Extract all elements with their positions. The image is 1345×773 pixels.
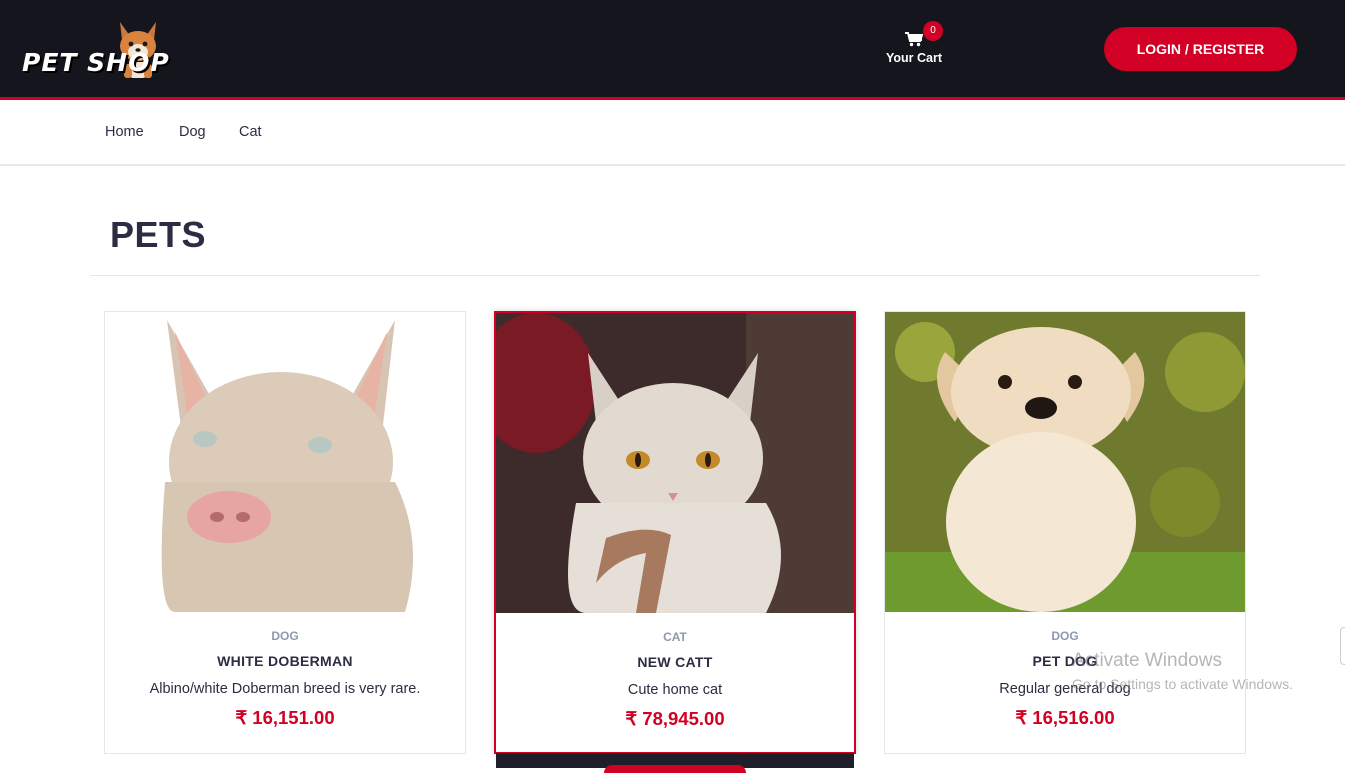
cart-label: Your Cart — [885, 51, 943, 65]
cart-count-badge: 0 — [923, 21, 943, 41]
nav-item-cat[interactable]: Cat — [239, 124, 262, 140]
logo-text: PET SHOP — [22, 48, 170, 77]
product-price: ₹ 16,151.00 — [235, 707, 335, 728]
nav-item-dog[interactable]: Dog — [179, 124, 206, 140]
product-category: CAT — [663, 630, 687, 644]
product-card[interactable]: CAT NEW CATT Cute home cat ₹ 78,945.00 — [494, 311, 856, 754]
product-image[interactable] — [885, 312, 1245, 612]
add-to-cart-bar — [496, 753, 854, 773]
login-register-button[interactable]: LOGIN / REGISTER — [1104, 27, 1297, 71]
add-to-cart-button[interactable] — [604, 765, 746, 773]
pet-shop-logo[interactable]: PET SHOP — [22, 14, 222, 86]
nav-item-home[interactable]: Home — [105, 124, 144, 140]
shopping-cart-icon — [905, 32, 923, 47]
product-image[interactable] — [105, 312, 465, 612]
side-scroll-handle[interactable] — [1340, 627, 1345, 665]
product-name[interactable]: WHITE DOBERMAN — [105, 653, 465, 669]
product-category: DOG — [271, 629, 299, 643]
product-price: ₹ 78,945.00 — [625, 708, 725, 729]
section-title: PETS — [110, 214, 207, 255]
activation-watermark-title: Activate Windows — [1072, 650, 1222, 671]
activation-watermark-subtitle: Go to Settings to activate Windows. — [1072, 676, 1293, 692]
main-nav: Home Dog Cat — [0, 103, 1345, 166]
top-header: PET SHOP 0 Your Cart LOGIN / REGISTER — [0, 0, 1345, 100]
puppy-image — [885, 312, 1245, 612]
product-description: Cute home cat — [627, 682, 723, 698]
product-card[interactable]: DOG WHITE DOBERMAN Albino/white Doberman… — [104, 311, 466, 754]
product-image[interactable] — [496, 313, 854, 613]
cart-button[interactable]: 0 Your Cart — [876, 21, 952, 68]
cat-image — [496, 313, 854, 613]
section-divider — [90, 275, 1260, 276]
product-name[interactable]: NEW CATT — [496, 654, 854, 670]
product-category: DOG — [1051, 629, 1079, 643]
product-price: ₹ 16,516.00 — [1015, 707, 1115, 728]
doberman-image — [105, 312, 465, 612]
product-description: Albino/white Doberman breed is very rare… — [149, 681, 421, 697]
